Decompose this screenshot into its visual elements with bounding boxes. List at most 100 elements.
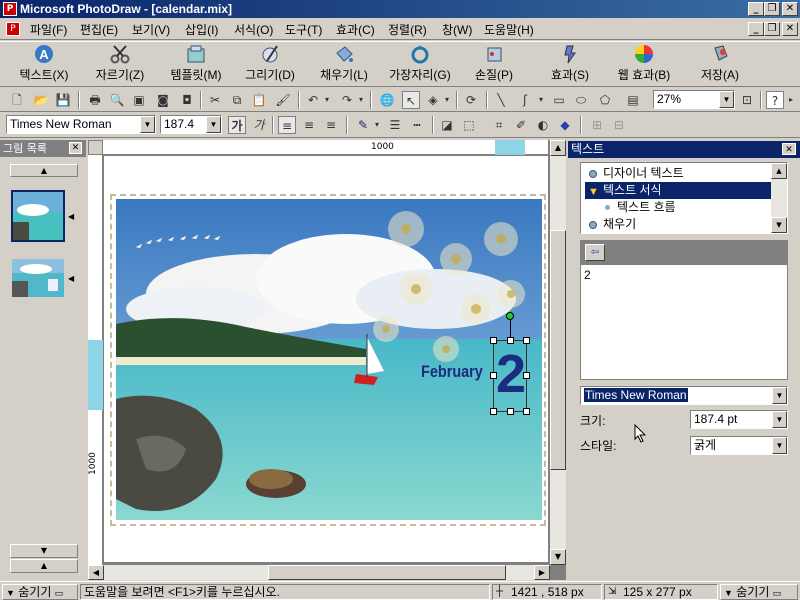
workpane-style-combo[interactable]: 굵게 ▼ <box>690 436 788 455</box>
hide-picture-list-button[interactable]: ▼ 숨기기 ▭ <box>2 584 78 600</box>
menu-insert[interactable]: 삽입(I) <box>185 21 218 38</box>
menu-window[interactable]: 창(W) <box>442 21 472 38</box>
scroll-up-button[interactable]: ▲ <box>10 164 78 177</box>
fill-color-icon[interactable]: ◈ <box>424 91 442 109</box>
line-icon[interactable]: ╲ <box>492 91 510 109</box>
cut-icon[interactable]: ✂ <box>206 91 224 109</box>
resize-handle-se[interactable] <box>523 408 530 415</box>
scroll-down-button[interactable]: ▼ <box>10 544 78 558</box>
web-effects-tool-button[interactable]: 웹 효과(B) <box>606 44 682 86</box>
pointer-icon[interactable]: ↖ <box>402 91 420 109</box>
ungroup-icon[interactable]: ⊟ <box>610 116 628 134</box>
rotation-handle[interactable] <box>506 312 514 320</box>
menu-effects[interactable]: 효과(C) <box>336 21 375 38</box>
zoom-fit-icon[interactable]: ⊡ <box>738 91 756 109</box>
doc-close-button[interactable]: ✕ <box>782 22 798 36</box>
resize-handle-s[interactable] <box>507 408 514 415</box>
template-tool-button[interactable]: 템플릿(M) <box>158 44 234 86</box>
edge-tool-button[interactable]: 가장자리(G) <box>382 44 458 86</box>
text-edit-box[interactable]: ⇦ 2 <box>580 240 788 380</box>
menu-help[interactable]: 도움말(H) <box>484 21 534 38</box>
save-tool-button[interactable]: 저장(A) <box>682 44 758 86</box>
resize-handle-n[interactable] <box>507 337 514 344</box>
hide-workpane-button[interactable]: ▼ 숨기기 ▭ <box>720 584 798 600</box>
close-icon[interactable]: ✕ <box>69 142 82 154</box>
scroll-end-button[interactable]: ▲ <box>10 559 78 573</box>
menu-tools[interactable]: 도구(T) <box>285 21 322 38</box>
cut-tool-button[interactable]: 자르기(Z) <box>82 44 158 86</box>
app-icon[interactable]: P <box>3 2 17 16</box>
menu-format[interactable]: 서식(O) <box>234 21 273 38</box>
restore-button[interactable]: ❐ <box>764 2 780 16</box>
italic-icon[interactable]: 가 <box>250 116 268 134</box>
font-combo[interactable]: Times New Roman ▼ <box>6 115 156 134</box>
text-tool-button[interactable]: A 텍스트(X) <box>6 44 82 86</box>
rectangle-icon[interactable]: ▭ <box>550 91 568 109</box>
chevron-down-icon[interactable]: ▼ <box>772 387 787 404</box>
close-button[interactable]: ✕ <box>782 2 798 16</box>
horizontal-scrollbar[interactable]: ◀ ▶ <box>88 565 550 580</box>
picture-thumbnail-1[interactable] <box>11 190 65 242</box>
digital-camera-icon[interactable]: ◙ <box>154 91 172 109</box>
toolbar-more-icon[interactable]: ▸ <box>786 91 796 109</box>
calendar-photo[interactable] <box>116 199 542 520</box>
chevron-down-icon[interactable]: ▼ <box>772 411 787 428</box>
help-icon[interactable]: ? <box>766 91 784 109</box>
month-text[interactable]: February <box>421 362 483 382</box>
rotate-icon[interactable]: ⟳ <box>462 91 480 109</box>
effects-small-icon[interactable]: ◆ <box>556 116 574 134</box>
menu-file[interactable]: 파일(F) <box>30 21 67 38</box>
shape-icon[interactable]: ⬠ <box>596 91 614 109</box>
bold-icon[interactable]: 가 <box>228 116 246 134</box>
brush-icon[interactable]: ✐ <box>512 116 530 134</box>
close-icon[interactable]: ✕ <box>782 143 796 155</box>
scan-icon[interactable]: ▣ <box>130 91 148 109</box>
fill-tool-button[interactable]: 채우기(L) <box>306 44 382 86</box>
scroll-up-arrow-icon[interactable]: ▲ <box>550 140 566 156</box>
color-adjust-icon[interactable]: ◐ <box>534 116 552 134</box>
doc-minimize-button[interactable]: _ <box>748 22 764 36</box>
effects-tool-button[interactable]: 효과(S) <box>532 44 608 86</box>
chevron-down-icon[interactable]: ▼ <box>140 116 155 133</box>
doc-restore-button[interactable]: ❐ <box>764 22 780 36</box>
web-icon[interactable]: 🌐 <box>378 91 396 109</box>
open-icon[interactable]: 📂 <box>32 91 50 109</box>
resize-handle-nw[interactable] <box>490 337 497 344</box>
workpane-font-combo[interactable]: Times New Roman ▼ <box>580 386 788 405</box>
text-box-icon[interactable]: ▤ <box>624 91 642 109</box>
line-weight-icon[interactable]: ☰ <box>386 116 404 134</box>
tree-item-fill[interactable]: 채우기 <box>585 216 636 233</box>
menu-edit[interactable]: 편집(E) <box>80 21 118 38</box>
chevron-down-icon[interactable]: ▼ <box>772 437 787 454</box>
resize-handle-e[interactable] <box>523 372 530 379</box>
undo-dropdown-icon[interactable]: ▾ <box>322 91 332 109</box>
text-edit-content[interactable]: 2 <box>584 268 591 282</box>
pen-color-icon[interactable]: ✎ <box>354 116 372 134</box>
tree-item-text-flow[interactable]: 텍스트 흐름 <box>599 199 676 216</box>
doc-icon[interactable]: P <box>6 22 20 36</box>
resize-handle-ne[interactable] <box>523 337 530 344</box>
touchup-tool-button[interactable]: 손질(P) <box>456 44 532 86</box>
menu-view[interactable]: 보기(V) <box>132 21 170 38</box>
new-icon[interactable]: 🗋 <box>8 91 26 109</box>
resize-handle-sw[interactable] <box>490 408 497 415</box>
minimize-button[interactable]: _ <box>748 2 764 16</box>
scroll-right-arrow-icon[interactable]: ▶ <box>534 565 550 580</box>
scrollbar-thumb[interactable] <box>550 230 566 470</box>
3d-icon[interactable]: ⬚ <box>460 116 478 134</box>
ellipse-icon[interactable]: ⬭ <box>572 91 590 109</box>
print-preview-icon[interactable]: 🔍 <box>108 91 126 109</box>
pen-dropdown-icon[interactable]: ▾ <box>372 116 382 134</box>
freeform-icon[interactable]: ʃ <box>516 91 534 109</box>
tree-item-designer-text[interactable]: 디자이너 텍스트 <box>585 165 684 182</box>
size-combo[interactable]: 187.4 ▼ <box>160 115 222 134</box>
align-right-icon[interactable]: ≡ <box>322 116 340 134</box>
workpane-size-combo[interactable]: 187.4 pt ▼ <box>690 410 788 429</box>
shadow-icon[interactable]: ◪ <box>438 116 456 134</box>
zoom-combo[interactable]: 27% ▼ <box>653 90 735 109</box>
print-icon[interactable]: 🖶 <box>86 91 104 109</box>
insert-text-icon[interactable]: ⇦ <box>585 244 605 261</box>
align-center-icon[interactable]: ≡ <box>300 116 318 134</box>
resize-handle-w[interactable] <box>490 372 497 379</box>
tree-item-text-format[interactable]: ▼ 텍스트 서식 <box>585 182 773 199</box>
